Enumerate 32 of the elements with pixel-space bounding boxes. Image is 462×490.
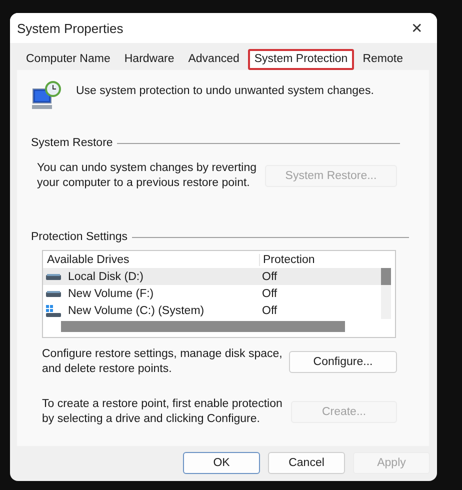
intro-text: Use system protection to undo unwanted system changes. [76,84,374,99]
window-title: System Properties [17,20,124,36]
dialog-button[interactable]: OK [183,452,260,474]
drive-row[interactable]: New Volume (F:) Off [43,285,381,302]
drive-name: New Volume (F:) [67,288,154,300]
tab[interactable]: Computer Name [21,49,116,70]
tab[interactable]: System Protection [248,49,354,70]
protection-status: Off [261,270,278,282]
computer-clock-icon [31,80,62,111]
protection-status: Off [261,288,278,300]
drive-icon [46,272,61,280]
tab[interactable]: Advanced [183,49,244,70]
drive-row[interactable]: New Volume (C:) (System) Off [43,302,381,319]
drive-name: Local Disk (D:) [67,270,144,282]
configure-description: Configure restore settings, manage disk space, and delete restore points. [42,347,284,377]
system-drive-icon [46,304,61,316]
dialog-button[interactable]: Cancel [268,452,345,474]
create-description: To create a restore point, first enable protection by selecting a drive and clicking Configure. [42,397,284,427]
group-heading: System Restore [31,137,113,149]
drive-row[interactable]: Local Disk (D:) Off [43,268,381,285]
tab[interactable]: Remote [358,49,408,70]
configure-button[interactable]: Configure... [289,351,397,373]
scrollbar[interactable] [381,268,391,319]
group-heading: Protection Settings [31,231,128,243]
column-header[interactable]: Protection [259,254,395,266]
drive-icon [46,290,61,298]
column-header[interactable]: Available Drives [47,254,259,266]
protection-status: Off [261,304,278,316]
tab[interactable]: Hardware [119,49,180,70]
scrollbar[interactable] [61,321,345,332]
drive-name: New Volume (C:) (System) [67,304,204,316]
restore-description: You can undo system changes by reverting your computer to a previous restore point. [37,161,257,191]
